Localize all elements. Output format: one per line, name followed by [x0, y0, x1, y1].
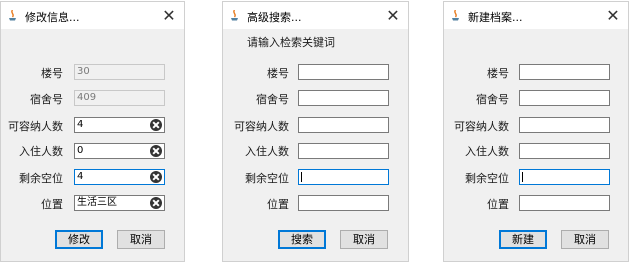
label-location: 位置 [267, 198, 289, 211]
label-building: 楼号 [41, 67, 63, 80]
vacancy-field[interactable] [298, 169, 389, 185]
cancel-button[interactable]: 取消 [561, 230, 609, 249]
close-icon: ✕ [386, 5, 400, 25]
modify-button[interactable]: 修改 [55, 230, 103, 249]
new-record-dialog: 新建档案... ✕ 楼号 宿舍号 可容纳人数 入住人数 剩余空位 位置 新建 取… [443, 1, 629, 262]
capacity-field[interactable]: 4 [74, 117, 165, 133]
label-location: 位置 [487, 198, 509, 211]
room-field[interactable] [298, 90, 389, 106]
label-occupants: 入住人数 [465, 145, 509, 158]
clear-field-icon[interactable] [150, 197, 162, 209]
capacity-field[interactable] [298, 117, 389, 133]
label-building: 楼号 [487, 67, 509, 80]
building-field: 30 [74, 64, 165, 80]
close-button[interactable]: ✕ [378, 2, 408, 29]
building-field[interactable] [298, 64, 389, 80]
label-capacity: 可容纳人数 [8, 120, 63, 133]
occupants-field[interactable] [519, 143, 610, 159]
location-field[interactable] [519, 195, 610, 211]
label-building: 楼号 [267, 67, 289, 80]
dialog-title: 高级搜索... [247, 11, 302, 24]
label-room: 宿舍号 [30, 93, 63, 106]
java-cup-icon [231, 10, 238, 21]
clear-field-icon[interactable] [150, 145, 162, 157]
close-button[interactable]: ✕ [598, 2, 628, 29]
title-bar: 修改信息... ✕ [1, 2, 184, 29]
java-cup-icon [452, 10, 459, 21]
close-icon: ✕ [162, 5, 176, 25]
label-room: 宿舍号 [476, 93, 509, 106]
edit-dialog: 修改信息... ✕ 楼号 30 宿舍号 409 可容纳人数 4 入住人数 0 剩… [0, 1, 185, 262]
title-bar: 新建档案... ✕ [444, 2, 628, 29]
dialog-title: 新建档案... [468, 11, 523, 24]
clear-field-icon[interactable] [150, 119, 162, 131]
label-capacity: 可容纳人数 [454, 120, 509, 133]
location-field[interactable] [298, 195, 389, 211]
create-button[interactable]: 新建 [499, 230, 547, 249]
label-location: 位置 [41, 198, 63, 211]
title-bar: 高级搜索... ✕ [223, 2, 408, 29]
cancel-button[interactable]: 取消 [340, 230, 388, 249]
clear-field-icon[interactable] [150, 171, 162, 183]
room-field[interactable] [519, 90, 610, 106]
cancel-button[interactable]: 取消 [117, 230, 165, 249]
java-cup-icon [9, 10, 16, 21]
text-caret [522, 172, 523, 182]
dialog-title: 修改信息... [25, 11, 80, 24]
search-button[interactable]: 搜索 [278, 230, 326, 249]
label-vacancy: 剩余空位 [19, 172, 63, 185]
label-vacancy: 剩余空位 [245, 172, 289, 185]
text-caret [301, 172, 302, 182]
capacity-field[interactable] [519, 117, 610, 133]
label-occupants: 入住人数 [19, 145, 63, 158]
label-vacancy: 剩余空位 [465, 172, 509, 185]
occupants-field[interactable]: 0 [74, 143, 165, 159]
vacancy-field[interactable]: 4 [74, 169, 165, 185]
location-field[interactable]: 生活三区 [74, 195, 165, 211]
building-field[interactable] [519, 64, 610, 80]
close-button[interactable]: ✕ [154, 2, 184, 29]
room-field: 409 [74, 90, 165, 106]
label-occupants: 入住人数 [245, 145, 289, 158]
label-room: 宿舍号 [256, 93, 289, 106]
vacancy-field[interactable] [519, 169, 610, 185]
label-capacity: 可容纳人数 [234, 120, 289, 133]
search-prompt: 请输入检索关键词 [247, 36, 335, 49]
occupants-field[interactable] [298, 143, 389, 159]
search-dialog: 高级搜索... ✕ 请输入检索关键词 楼号 宿舍号 可容纳人数 入住人数 剩余空… [222, 1, 409, 262]
close-icon: ✕ [606, 5, 620, 25]
